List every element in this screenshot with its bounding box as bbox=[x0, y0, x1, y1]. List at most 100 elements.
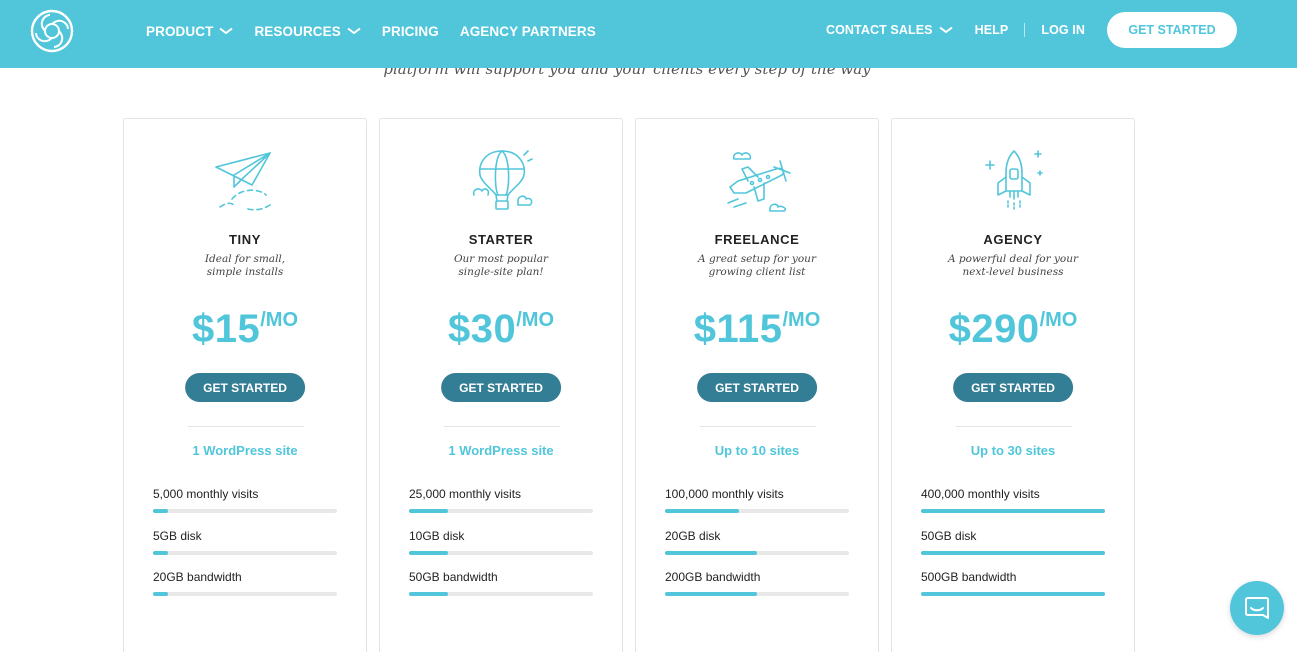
metric-label: 200GB bandwidth bbox=[665, 570, 761, 584]
chevron-down-icon bbox=[938, 26, 953, 34]
metric-bar-fill bbox=[665, 592, 757, 596]
divider bbox=[700, 426, 816, 427]
metric-bar bbox=[665, 592, 849, 596]
divider bbox=[956, 426, 1072, 427]
metric-label: 500GB bandwidth bbox=[921, 570, 1017, 584]
nav-login[interactable]: LOG IN bbox=[1041, 23, 1085, 37]
plan-sites: 1 WordPress site bbox=[192, 443, 298, 458]
plan-description-line: next-level business bbox=[962, 266, 1064, 278]
plan-description: A great setup for your growing client li… bbox=[636, 253, 878, 279]
metric-bar-fill bbox=[665, 509, 739, 513]
paper-plane-icon bbox=[215, 152, 271, 211]
nav-resources-label: RESOURCES bbox=[254, 23, 341, 39]
flywheel-logo-icon[interactable] bbox=[30, 9, 74, 53]
nav-product-label: PRODUCT bbox=[146, 23, 214, 39]
header-get-started-button[interactable]: GET STARTED bbox=[1107, 12, 1237, 48]
pricing-cards: TINY Ideal for small, simple installs $1… bbox=[123, 118, 1135, 652]
metric-bar bbox=[153, 551, 337, 555]
nav-contact-sales[interactable]: CONTACT SALES bbox=[826, 23, 953, 37]
hot-air-balloon-icon bbox=[472, 150, 533, 210]
plan-card-freelance: FREELANCE A great setup for your growing… bbox=[635, 118, 879, 652]
divider bbox=[188, 426, 304, 427]
plan-description-line: A great setup for your bbox=[698, 253, 816, 265]
primary-nav: PRODUCT RESOURCES PRICING AGENCY PARTNER… bbox=[146, 0, 596, 62]
metric-label: 25,000 monthly visits bbox=[409, 487, 522, 501]
metric-bar-fill bbox=[153, 551, 168, 555]
metric-label: 5,000 monthly visits bbox=[153, 487, 259, 501]
divider bbox=[444, 426, 560, 427]
metric-bar bbox=[921, 509, 1105, 513]
plan-price-amount: $30 bbox=[447, 307, 517, 351]
metric-bar bbox=[409, 592, 593, 596]
metric-bar bbox=[921, 592, 1105, 596]
plan-sites: Up to 30 sites bbox=[970, 443, 1056, 458]
plan-price: $15/MO bbox=[124, 307, 366, 352]
plan-get-started-button[interactable]: GET STARTED bbox=[185, 373, 305, 402]
metric-bar-fill bbox=[409, 551, 448, 555]
plan-name: AGENCY bbox=[983, 232, 1043, 247]
metric-visits: 100,000 monthly visits bbox=[665, 487, 849, 513]
metric-bandwidth: 200GB bandwidth bbox=[665, 570, 849, 596]
metric-label: 10GB disk bbox=[409, 529, 465, 543]
metric-visits: 400,000 monthly visits bbox=[921, 487, 1105, 513]
nav-agency-partners-label: AGENCY PARTNERS bbox=[459, 23, 596, 39]
nav-pricing[interactable]: PRICING bbox=[382, 24, 439, 39]
plan-price-period: /MO bbox=[782, 309, 821, 331]
plan-description-line: Our most popular bbox=[453, 253, 549, 265]
metric-bar bbox=[153, 509, 337, 513]
plan-price-amount: $115 bbox=[693, 307, 783, 351]
metric-bar bbox=[409, 509, 593, 513]
plan-description: A powerful deal for your next-level busi… bbox=[892, 253, 1134, 279]
chat-launcher-button[interactable] bbox=[1230, 581, 1284, 635]
plan-get-started-button[interactable]: GET STARTED bbox=[441, 373, 561, 402]
metric-bar-fill bbox=[153, 509, 168, 513]
metric-label: 50GB bandwidth bbox=[409, 570, 498, 584]
rocket-icon bbox=[985, 150, 1043, 212]
plan-price: $115/MO bbox=[636, 307, 878, 352]
metric-bandwidth: 500GB bandwidth bbox=[921, 570, 1105, 596]
plan-description-line: growing client list bbox=[708, 266, 806, 278]
metric-disk: 10GB disk bbox=[409, 529, 593, 555]
nav-agency-partners[interactable]: AGENCY PARTNERS bbox=[460, 24, 596, 39]
plan-card-tiny: TINY Ideal for small, simple installs $1… bbox=[123, 118, 367, 652]
metric-bar-fill bbox=[921, 551, 1105, 555]
plan-card-starter: STARTER Our most popular single-site pla… bbox=[379, 118, 623, 652]
metric-bar-fill bbox=[921, 592, 1105, 596]
metric-bar-fill bbox=[153, 592, 168, 596]
nav-pricing-label: PRICING bbox=[381, 23, 439, 39]
plan-price-amount: $15 bbox=[191, 307, 261, 351]
plan-price-period: /MO bbox=[1039, 309, 1078, 331]
metric-disk: 5GB disk bbox=[153, 529, 337, 555]
nav-resources[interactable]: RESOURCES bbox=[254, 23, 361, 39]
plan-name: STARTER bbox=[468, 232, 534, 247]
nav-contact-sales-label: CONTACT SALES bbox=[825, 23, 933, 37]
plan-get-started-button[interactable]: GET STARTED bbox=[953, 373, 1073, 402]
metric-bar-fill bbox=[921, 509, 1105, 513]
plan-name: FREELANCE bbox=[714, 232, 800, 247]
metric-bar bbox=[409, 551, 593, 555]
metric-bar-fill bbox=[665, 551, 757, 555]
plan-description: Ideal for small, simple installs bbox=[124, 253, 366, 279]
metric-bar bbox=[665, 551, 849, 555]
metric-label: 20GB bandwidth bbox=[153, 570, 242, 584]
nav-product[interactable]: PRODUCT bbox=[146, 23, 234, 39]
plan-description-line: simple installs bbox=[206, 266, 284, 278]
secondary-nav: CONTACT SALES HELP LOG IN GET STARTED bbox=[826, 0, 1237, 60]
metric-disk: 50GB disk bbox=[921, 529, 1105, 555]
nav-divider bbox=[1024, 23, 1026, 37]
propeller-plane-icon bbox=[727, 152, 791, 212]
top-navigation-bar: PRODUCT RESOURCES PRICING AGENCY PARTNER… bbox=[0, 0, 1297, 68]
metric-bandwidth: 20GB bandwidth bbox=[153, 570, 337, 596]
plan-description-line: A powerful deal for your bbox=[947, 253, 1079, 265]
metric-label: 100,000 monthly visits bbox=[665, 487, 784, 501]
metric-disk: 20GB disk bbox=[665, 529, 849, 555]
plan-price-period: /MO bbox=[516, 309, 555, 331]
nav-help[interactable]: HELP bbox=[975, 23, 1009, 37]
metric-bar-fill bbox=[409, 509, 448, 513]
metric-bar bbox=[921, 551, 1105, 555]
plan-get-started-button[interactable]: GET STARTED bbox=[697, 373, 817, 402]
metric-bar bbox=[665, 509, 849, 513]
metric-bar bbox=[153, 592, 337, 596]
plan-description-line: single-site plan! bbox=[458, 266, 544, 278]
chevron-down-icon bbox=[219, 27, 234, 35]
